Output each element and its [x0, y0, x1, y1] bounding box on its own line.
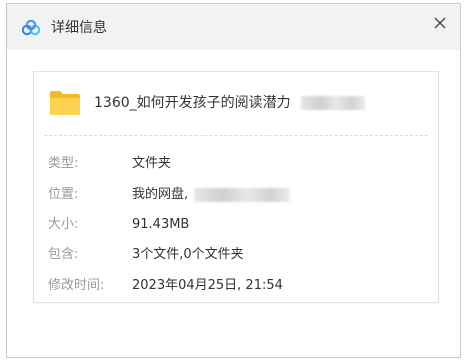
location-label: 位置: [48, 187, 79, 202]
details-card: 1360_如何开发孩子的阅读潜力 类型: 文件夹 位置: 我的网盘, 大小: 9… [33, 71, 439, 303]
location-value[interactable]: 我的网盘, [132, 185, 291, 205]
close-icon[interactable] [430, 13, 450, 33]
type-row: 类型: 文件夹 [48, 154, 428, 174]
size-value: 91.43MB [132, 217, 190, 232]
modified-label: 修改时间: [48, 278, 105, 293]
file-name: 1360_如何开发孩子的阅读潜力 [94, 93, 366, 113]
size-label: 大小: [48, 217, 79, 232]
folder-icon [50, 91, 80, 115]
title-bar: 详细信息 [7, 4, 460, 50]
redacted-location-path [194, 187, 291, 202]
modified-value: 2023年04月25日, 21:54 [132, 278, 283, 293]
type-label: 类型: [48, 156, 79, 171]
contains-label: 包含: [48, 247, 79, 262]
file-name-text: 1360_如何开发孩子的阅读潜力 [94, 95, 291, 111]
dialog-title: 详细信息 [51, 20, 107, 36]
size-row: 大小: 91.43MB [48, 215, 428, 235]
contains-row: 包含: 3个文件,0个文件夹 [48, 245, 428, 265]
details-dialog: 详细信息 1360_如何开发孩子的阅读潜力 类型: 文件夹 位置: 我的网盘, … [6, 3, 461, 358]
redacted-name-suffix [301, 96, 366, 110]
type-value: 文件夹 [132, 156, 172, 171]
cloud-logo-icon [21, 20, 41, 36]
contains-value: 3个文件,0个文件夹 [132, 247, 244, 262]
modified-row: 修改时间: 2023年04月25日, 21:54 [48, 276, 428, 296]
location-value-text: 我的网盘, [132, 187, 189, 202]
divider [44, 135, 428, 136]
location-row: 位置: 我的网盘, [48, 185, 428, 205]
